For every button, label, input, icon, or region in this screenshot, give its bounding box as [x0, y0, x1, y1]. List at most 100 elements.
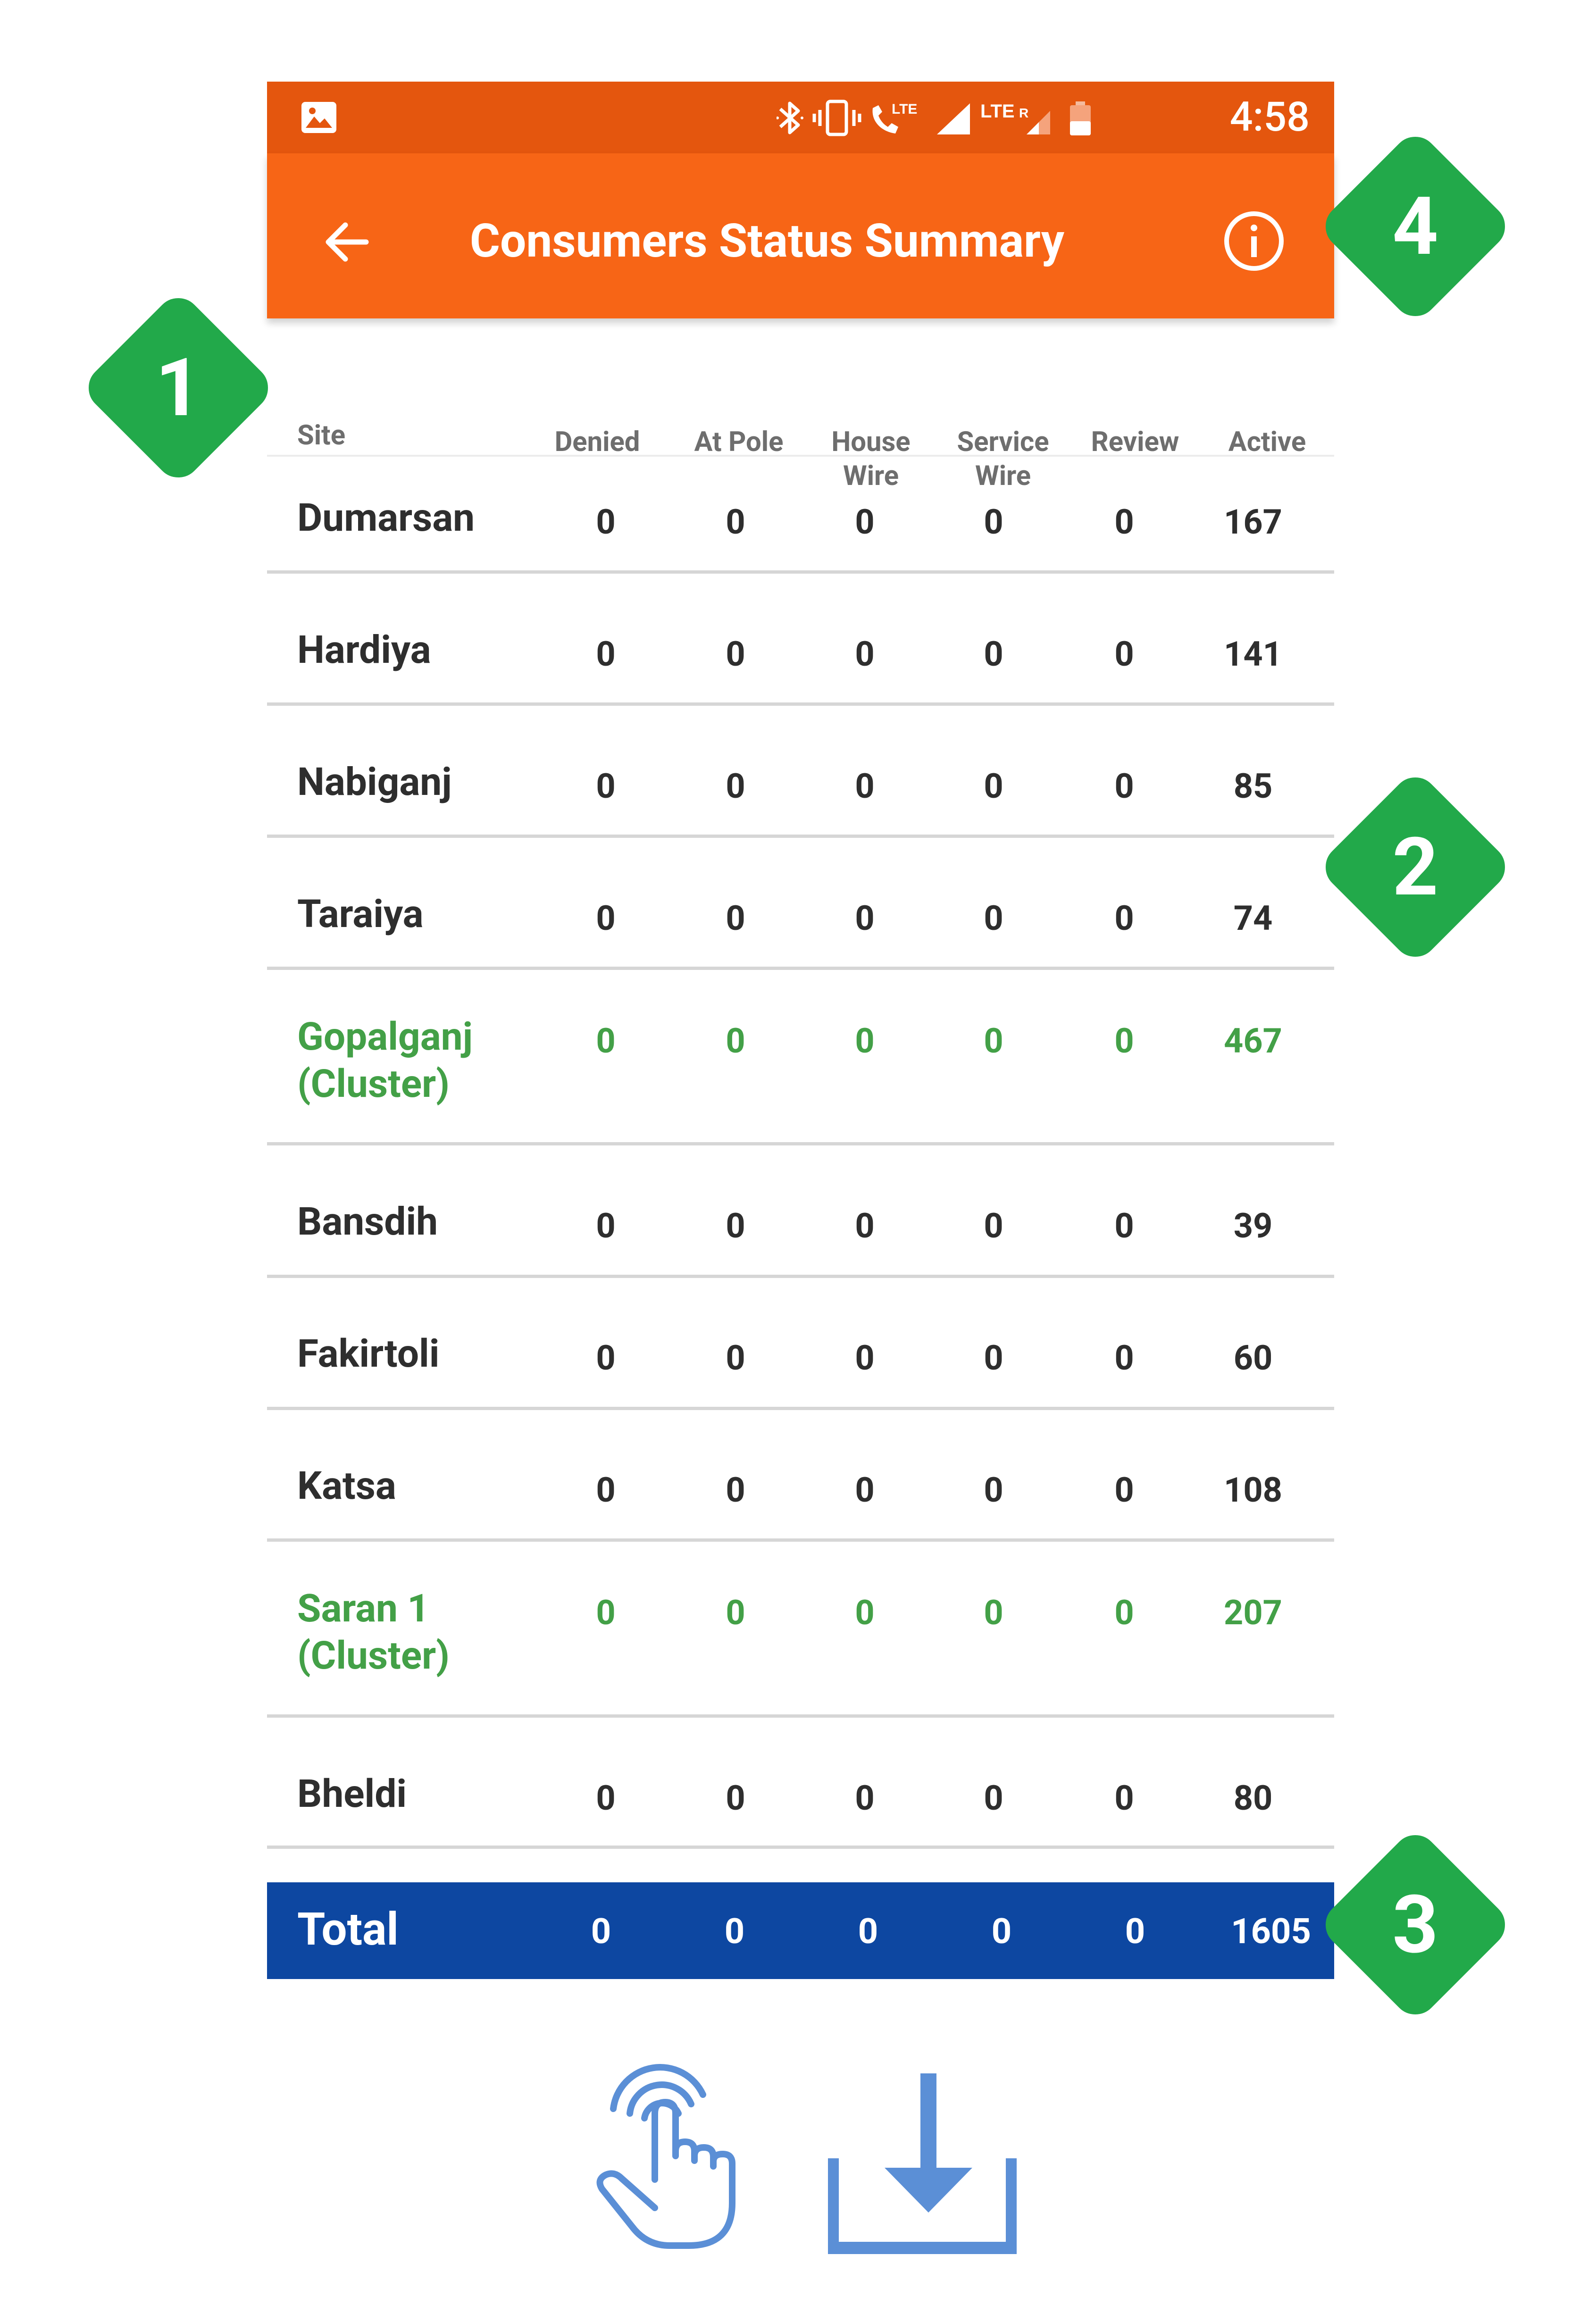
- service-wire-count: 0: [984, 898, 1003, 938]
- service-wire-count: 0: [984, 766, 1003, 806]
- row-divider: [267, 1275, 1334, 1278]
- site-name: Katsa: [297, 1463, 396, 1509]
- service-wire-count: 0: [984, 1470, 1003, 1510]
- image-icon: [301, 102, 336, 133]
- denied-count: 0: [596, 634, 616, 674]
- house-wire-count: 0: [855, 1470, 875, 1510]
- at-pole-count: 0: [726, 1593, 745, 1633]
- site-name: Gopalganj (Cluster): [297, 1013, 473, 1108]
- active-count: 39: [1233, 1206, 1273, 1246]
- svg-text:LTE: LTE: [892, 101, 917, 117]
- site-name: Bansdih: [297, 1199, 438, 1245]
- back-arrow-icon[interactable]: [319, 214, 376, 270]
- house-wire-count: 0: [855, 1778, 875, 1818]
- callout-number: 3: [1392, 1878, 1438, 1972]
- review-count: 0: [1114, 1593, 1134, 1633]
- callout-number: 2: [1392, 820, 1438, 914]
- row-divider: [267, 835, 1334, 838]
- callout-number: 4: [1392, 179, 1438, 274]
- active-count: 141: [1224, 634, 1282, 674]
- site-name: Saran 1 (Cluster): [297, 1585, 450, 1679]
- active-count: 85: [1233, 766, 1273, 806]
- column-header-service-wire-line1: Service: [957, 426, 1049, 458]
- total-at-pole: 0: [724, 1911, 745, 1952]
- at-pole-count: 0: [726, 502, 745, 542]
- at-pole-count: 0: [726, 1206, 745, 1246]
- column-header-review[interactable]: Review: [1078, 425, 1192, 459]
- house-wire-count: 0: [855, 1593, 875, 1633]
- review-count: 0: [1114, 1206, 1134, 1246]
- active-count: 60: [1233, 1338, 1273, 1378]
- house-wire-count: 0: [855, 1206, 875, 1246]
- at-pole-count: 0: [726, 766, 745, 806]
- info-icon[interactable]: [1223, 210, 1285, 272]
- callout-marker-1: 1: [79, 289, 277, 487]
- table-row[interactable]: Bheldi 0 0 0 0 0 80: [267, 1733, 1334, 1874]
- active-count: 167: [1224, 502, 1282, 542]
- row-divider: [267, 1142, 1334, 1145]
- callout-marker-2: 2: [1316, 768, 1514, 966]
- review-count: 0: [1114, 1021, 1134, 1061]
- signal-icon: [937, 103, 970, 134]
- at-pole-count: 0: [726, 898, 745, 938]
- row-divider: [267, 1407, 1334, 1410]
- bluetooth-icon: [777, 101, 803, 134]
- review-count: 0: [1114, 502, 1134, 542]
- denied-count: 0: [596, 1206, 616, 1246]
- site-name: Bheldi: [297, 1771, 407, 1817]
- row-divider: [267, 1538, 1334, 1542]
- at-pole-count: 0: [726, 1778, 745, 1818]
- service-wire-count: 0: [984, 502, 1003, 542]
- status-icons: LTE LTE R: [777, 100, 1091, 136]
- tap-gesture-icon: [596, 2064, 735, 2249]
- house-wire-count: 0: [855, 766, 875, 806]
- svg-text:R: R: [1019, 106, 1028, 120]
- review-count: 0: [1114, 1470, 1134, 1510]
- column-header-site[interactable]: Site: [297, 418, 345, 452]
- service-wire-count: 0: [984, 1778, 1003, 1818]
- denied-count: 0: [596, 898, 616, 938]
- house-wire-count: 0: [855, 898, 875, 938]
- service-wire-count: 0: [984, 1338, 1003, 1378]
- review-count: 0: [1114, 1778, 1134, 1818]
- service-wire-count: 0: [984, 1593, 1003, 1633]
- site-name: Dumarsan: [297, 495, 475, 541]
- status-bar: LTE LTE R 4:58: [267, 82, 1334, 153]
- active-count: 467: [1224, 1021, 1282, 1061]
- active-count: 74: [1233, 898, 1273, 938]
- denied-count: 0: [596, 1021, 616, 1061]
- phone-screen: LTE LTE R 4:58 Consumers Status Summary: [267, 82, 1334, 1980]
- svg-text:LTE: LTE: [980, 101, 1015, 122]
- vibrate-icon: [812, 100, 861, 136]
- total-house-wire: 0: [858, 1911, 878, 1952]
- at-pole-count: 0: [726, 1338, 745, 1378]
- total-active: 1605: [1231, 1911, 1311, 1952]
- denied-count: 0: [596, 1338, 616, 1378]
- house-wire-count: 0: [855, 1338, 875, 1378]
- service-wire-count: 0: [984, 1206, 1003, 1246]
- house-wire-count: 0: [855, 634, 875, 674]
- row-divider: [267, 967, 1334, 970]
- service-wire-count: 0: [984, 1021, 1003, 1061]
- site-name: Taraiya: [297, 892, 424, 937]
- battery-icon: [1070, 101, 1091, 135]
- download-icon: [828, 2073, 1017, 2254]
- denied-count: 0: [596, 1470, 616, 1510]
- denied-count: 0: [596, 1593, 616, 1633]
- at-pole-count: 0: [726, 634, 745, 674]
- review-count: 0: [1114, 1338, 1134, 1378]
- total-service-wire: 0: [991, 1911, 1012, 1952]
- row-divider: [267, 570, 1334, 574]
- column-header-at-pole[interactable]: At Pole: [682, 425, 795, 459]
- column-header-active[interactable]: Active: [1211, 425, 1324, 459]
- site-name: Hardiya: [297, 627, 431, 673]
- callout-marker-3: 3: [1316, 1826, 1514, 2024]
- callout-number: 1: [155, 341, 201, 435]
- denied-count: 0: [596, 1778, 616, 1818]
- active-count: 80: [1233, 1778, 1273, 1818]
- denied-count: 0: [596, 766, 616, 806]
- page-title: Consumers Status Summary: [469, 214, 1065, 268]
- site-name-line1: Saran 1: [297, 1586, 430, 1631]
- column-header-denied[interactable]: Denied: [545, 425, 649, 459]
- total-denied: 0: [591, 1911, 611, 1952]
